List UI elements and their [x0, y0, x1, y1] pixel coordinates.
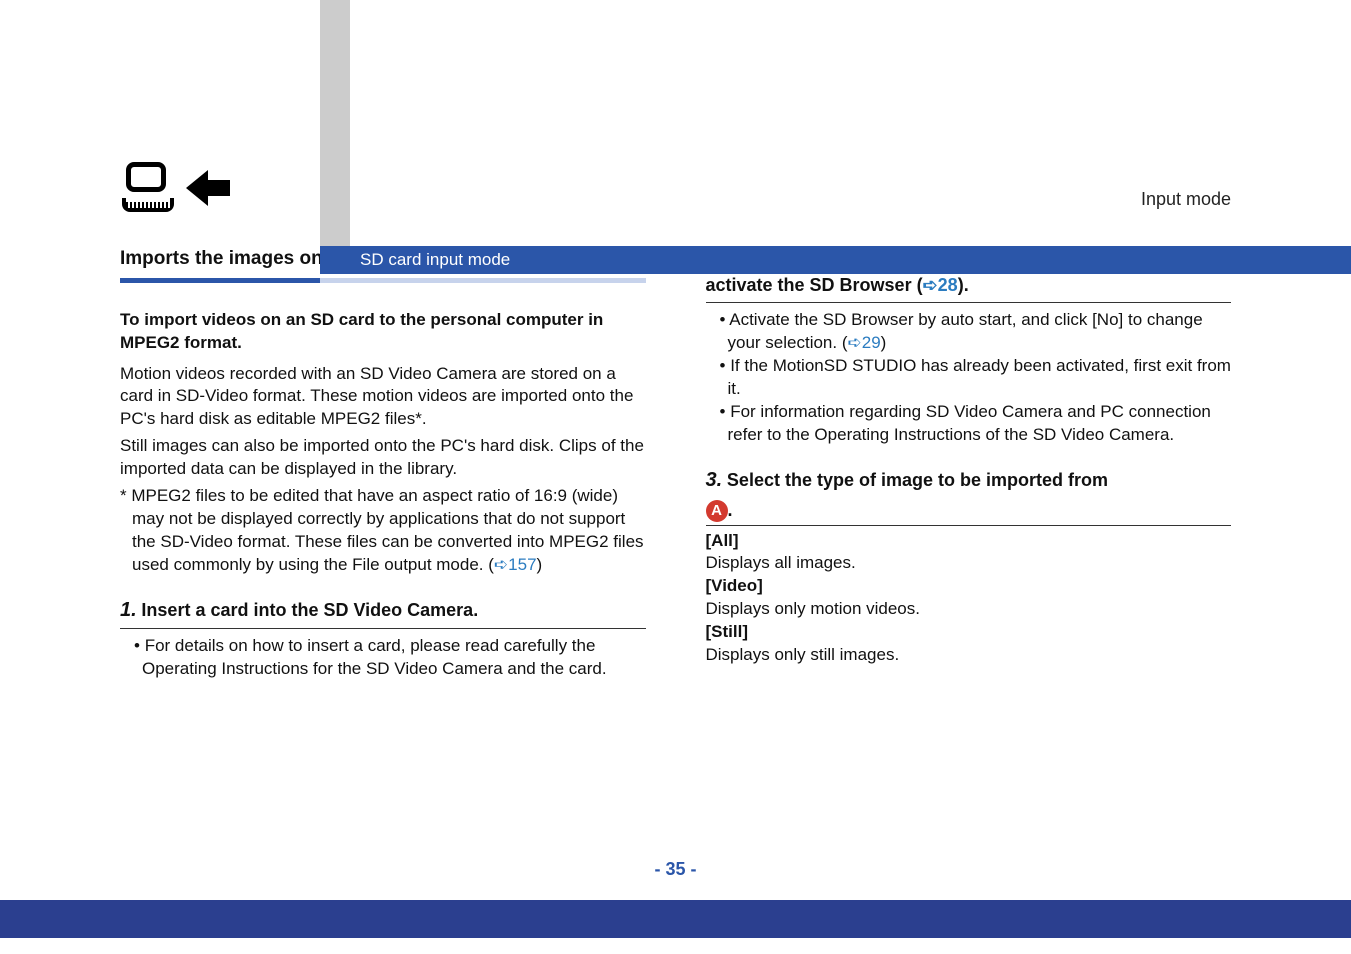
link-arrow-icon: ➪: [848, 333, 862, 352]
step-3-number: 3.: [706, 469, 723, 491]
step-2-bullet-2: • If the MotionSD STUDIO has already bee…: [706, 355, 1232, 401]
gray-tab: [320, 0, 350, 265]
logo-wrap: [120, 160, 230, 216]
step-2-b2-text: If the MotionSD STUDIO has already been …: [728, 356, 1231, 398]
page-number: - 35 -: [0, 859, 1351, 880]
arrow-left-icon: [186, 168, 230, 208]
content-columns: Imports the images on the SD card to the…: [120, 246, 1231, 681]
left-footnote: * MPEG2 files to be edited that have an …: [120, 485, 646, 577]
left-column: Imports the images on the SD card to the…: [120, 246, 646, 681]
option-still-desc: Displays only still images.: [706, 644, 1232, 667]
step-3-ref-row: A.: [706, 498, 1232, 523]
footer-bar: [0, 900, 1351, 938]
step-3-title: Select the type of image to be imported …: [727, 470, 1108, 490]
link-arrow-icon: ➪: [494, 555, 508, 574]
step-1-title: Insert a card into the SD Video Camera.: [141, 600, 478, 620]
link-28[interactable]: 28: [938, 275, 958, 295]
footnote-text-b: ): [537, 555, 543, 574]
step-2-bullet-3: • For information regarding SD Video Cam…: [706, 401, 1232, 447]
option-all-label: [All]: [706, 530, 1232, 553]
step-2-title-b: ).: [958, 275, 969, 295]
page-body: Input mode Imports the images on the SD …: [0, 0, 1351, 681]
section-bar-label: SD card input mode: [360, 250, 510, 270]
step-3-period: .: [728, 500, 733, 520]
option-video-label: [Video]: [706, 575, 1232, 598]
step-2-b3-text: For information regarding SD Video Camer…: [728, 402, 1211, 444]
footnote-text-a: * MPEG2 files to be edited that have an …: [120, 486, 644, 574]
monitor-sd-icon: [120, 160, 180, 216]
step-3: 3. Select the type of image to be import…: [706, 467, 1232, 668]
top-row: Input mode: [120, 160, 1231, 216]
left-para-2: Still images can also be imported onto t…: [120, 435, 646, 481]
option-still-label: [Still]: [706, 621, 1232, 644]
step-2-b1-b: ): [881, 333, 887, 352]
circle-a-icon: A: [706, 500, 728, 522]
left-subheading: To import videos on an SD card to the pe…: [120, 309, 646, 355]
left-para-1: Motion videos recorded with an SD Video …: [120, 363, 646, 432]
category-label: Input mode: [1141, 189, 1231, 210]
link-arrow-icon: ➪: [923, 275, 938, 295]
step-1-bullet-text: For details on how to insert a card, ple…: [142, 636, 607, 678]
step-2-b1-a: Activate the SD Browser by auto start, a…: [728, 310, 1203, 352]
step-1: 1. Insert a card into the SD Video Camer…: [120, 597, 646, 681]
section-bar: SD card input mode: [320, 246, 1351, 274]
option-video-desc: Displays only motion videos.: [706, 598, 1232, 621]
step-1-rule: [120, 628, 646, 629]
link-157[interactable]: 157: [508, 555, 536, 574]
link-29[interactable]: 29: [862, 333, 881, 352]
right-column: 2. Connect the SD Video Camera to the co…: [706, 246, 1232, 681]
title-underline: [120, 278, 646, 283]
step-1-bullet: • For details on how to insert a card, p…: [120, 635, 646, 681]
option-all-desc: Displays all images.: [706, 552, 1232, 575]
step-1-heading: 1. Insert a card into the SD Video Camer…: [120, 597, 646, 624]
step-2-bullet-1: • Activate the SD Browser by auto start,…: [706, 309, 1232, 355]
step-3-heading: 3. Select the type of image to be import…: [706, 467, 1232, 494]
step-3-rule: [706, 525, 1232, 526]
step-1-number: 1.: [120, 599, 137, 621]
step-2-rule: [706, 302, 1232, 303]
